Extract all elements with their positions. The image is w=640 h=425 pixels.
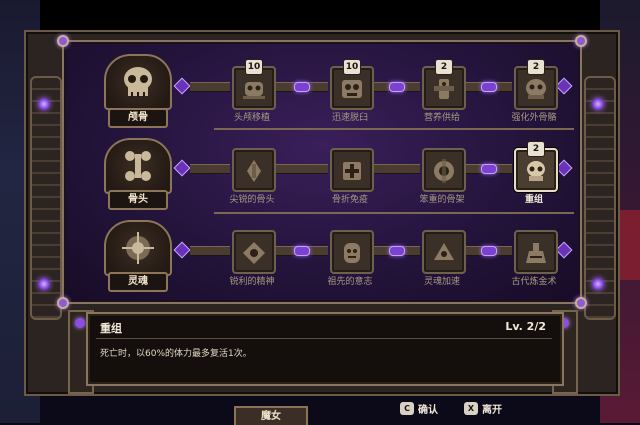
level-badge: 10 bbox=[343, 59, 361, 75]
pillar-gem bbox=[38, 278, 50, 290]
corner-gem bbox=[575, 297, 587, 309]
skill-name: 重组 bbox=[524, 195, 543, 205]
connector bbox=[190, 246, 230, 256]
skill-name: 祖先的意志 bbox=[327, 277, 373, 287]
level-badge: 10 bbox=[245, 59, 263, 75]
row-arrow-gem bbox=[173, 77, 191, 95]
level-badge: 2 bbox=[527, 141, 545, 157]
level-badge: 2 bbox=[527, 59, 545, 75]
fracture-immunity-icon bbox=[343, 162, 361, 180]
soul-icon bbox=[106, 222, 170, 274]
skill-name: 灵魂加速 bbox=[423, 277, 460, 287]
confirm-key-icon: C bbox=[400, 402, 414, 415]
skill-name: 骨折免疫 bbox=[331, 195, 368, 205]
skill-description: 死亡时，以60%的体力最多复活1次。 bbox=[100, 349, 252, 359]
skull-icon bbox=[106, 56, 170, 108]
confirm-label: 确认 bbox=[418, 405, 438, 416]
skill-node-heavy-skeleton[interactable] bbox=[422, 148, 466, 192]
row-arrow-gem bbox=[555, 77, 573, 95]
connector-gem bbox=[481, 82, 497, 92]
skill-name: 强化外骨骼 bbox=[511, 113, 557, 123]
skill-node-ancestor-will[interactable] bbox=[330, 230, 374, 274]
alchemy-icon bbox=[526, 243, 546, 263]
connector-gem bbox=[294, 246, 310, 256]
skull-transplant-icon bbox=[243, 82, 265, 99]
dislocation-icon bbox=[342, 80, 362, 98]
connector bbox=[190, 164, 230, 174]
skill-row-bone: 骨头 尖锐的骨头 骨折免疫 笨重的骨架 2 重组 bbox=[64, 128, 580, 214]
pillar-gem bbox=[592, 278, 604, 290]
category-skull[interactable] bbox=[104, 54, 172, 110]
skill-node-sharp-spirit[interactable] bbox=[232, 230, 276, 274]
exit-hint[interactable]: X 离开 bbox=[464, 401, 502, 416]
description-divider bbox=[96, 338, 552, 339]
exoskeleton-icon bbox=[526, 79, 546, 99]
connector-gem bbox=[481, 164, 497, 174]
right-pillar bbox=[584, 76, 616, 320]
skill-node-nutrition[interactable]: 2 bbox=[422, 59, 466, 110]
soul-haste-icon bbox=[434, 243, 454, 260]
skill-node-sharp-bone[interactable] bbox=[232, 148, 276, 192]
level-badge: 2 bbox=[435, 59, 453, 75]
nutrition-icon bbox=[434, 79, 454, 99]
row-arrow-gem bbox=[555, 241, 573, 259]
post-gem bbox=[75, 318, 85, 328]
skill-title: 重组 bbox=[100, 322, 122, 335]
connector bbox=[274, 164, 328, 174]
confirm-hint[interactable]: C 确认 bbox=[400, 401, 438, 416]
skill-node-dislocation[interactable]: 10 bbox=[330, 59, 374, 110]
connector bbox=[372, 164, 420, 174]
category-bone[interactable] bbox=[104, 138, 172, 194]
skill-node-reassemble[interactable]: 2 bbox=[514, 141, 558, 192]
category-label-soul: 灵魂 bbox=[108, 272, 168, 292]
skill-row-soul: 灵魂 锐利的精神 祖先的意志 灵魂加速 古代炼金术 bbox=[64, 212, 580, 298]
connector-gem bbox=[294, 82, 310, 92]
category-label-skull: 颅骨 bbox=[108, 108, 168, 128]
exit-label: 离开 bbox=[482, 405, 502, 416]
skill-name: 营养供给 bbox=[423, 113, 460, 123]
connector bbox=[190, 82, 230, 92]
skill-name: 头颅移植 bbox=[233, 113, 270, 123]
row-arrow-gem bbox=[173, 241, 191, 259]
connector-gem bbox=[389, 246, 405, 256]
skill-name: 笨重的骨架 bbox=[419, 195, 465, 205]
ancestor-will-icon bbox=[344, 243, 360, 263]
skill-name: 尖锐的骨头 bbox=[229, 195, 275, 205]
skill-node-alchemy[interactable] bbox=[514, 230, 558, 274]
skill-node-soul-haste[interactable] bbox=[422, 230, 466, 274]
skill-node-exoskeleton[interactable]: 2 bbox=[514, 59, 558, 110]
sharp-spirit-icon bbox=[243, 242, 265, 264]
connector-gem bbox=[389, 82, 405, 92]
connector-gem bbox=[481, 246, 497, 256]
skill-level: Lv. 2/2 bbox=[505, 320, 546, 333]
skill-node-fracture-immunity[interactable] bbox=[330, 148, 374, 192]
heavy-skeleton-icon bbox=[434, 159, 454, 183]
row-arrow-gem bbox=[173, 159, 191, 177]
sharp-bone-icon bbox=[247, 160, 261, 182]
reassemble-icon bbox=[527, 161, 545, 181]
category-label-bone: 骨头 bbox=[108, 190, 168, 210]
skill-description-box: 重组 Lv. 2/2 死亡时，以60%的体力最多复活1次。 bbox=[86, 312, 564, 386]
skill-row-skull: 颅骨 10 头颅移植 10 迅速脱臼 2 营养供给 2 强化外骨骼 bbox=[64, 42, 580, 128]
category-soul[interactable] bbox=[104, 220, 172, 276]
exit-key-icon: X bbox=[464, 402, 478, 415]
skill-tree: 颅骨 10 头颅移植 10 迅速脱臼 2 营养供给 2 强化外骨骼 骨头 尖锐的… bbox=[57, 35, 587, 309]
upgrade-panel: 颅骨 10 头颅移植 10 迅速脱臼 2 营养供给 2 强化外骨骼 骨头 尖锐的… bbox=[24, 30, 620, 396]
skill-name: 古代炼金术 bbox=[511, 277, 557, 287]
skill-node-skull-transplant[interactable]: 10 bbox=[232, 59, 276, 110]
left-pillar bbox=[30, 76, 62, 320]
skill-name: 锐利的精神 bbox=[229, 277, 275, 287]
bone-icon bbox=[106, 140, 170, 192]
character-tab[interactable]: 魔女 bbox=[234, 406, 308, 425]
skill-name: 迅速脱臼 bbox=[331, 113, 368, 123]
corner-gem bbox=[57, 297, 69, 309]
row-arrow-gem bbox=[555, 159, 573, 177]
pillar-gem bbox=[592, 98, 604, 110]
top-band bbox=[0, 0, 640, 30]
pillar-gem bbox=[38, 98, 50, 110]
